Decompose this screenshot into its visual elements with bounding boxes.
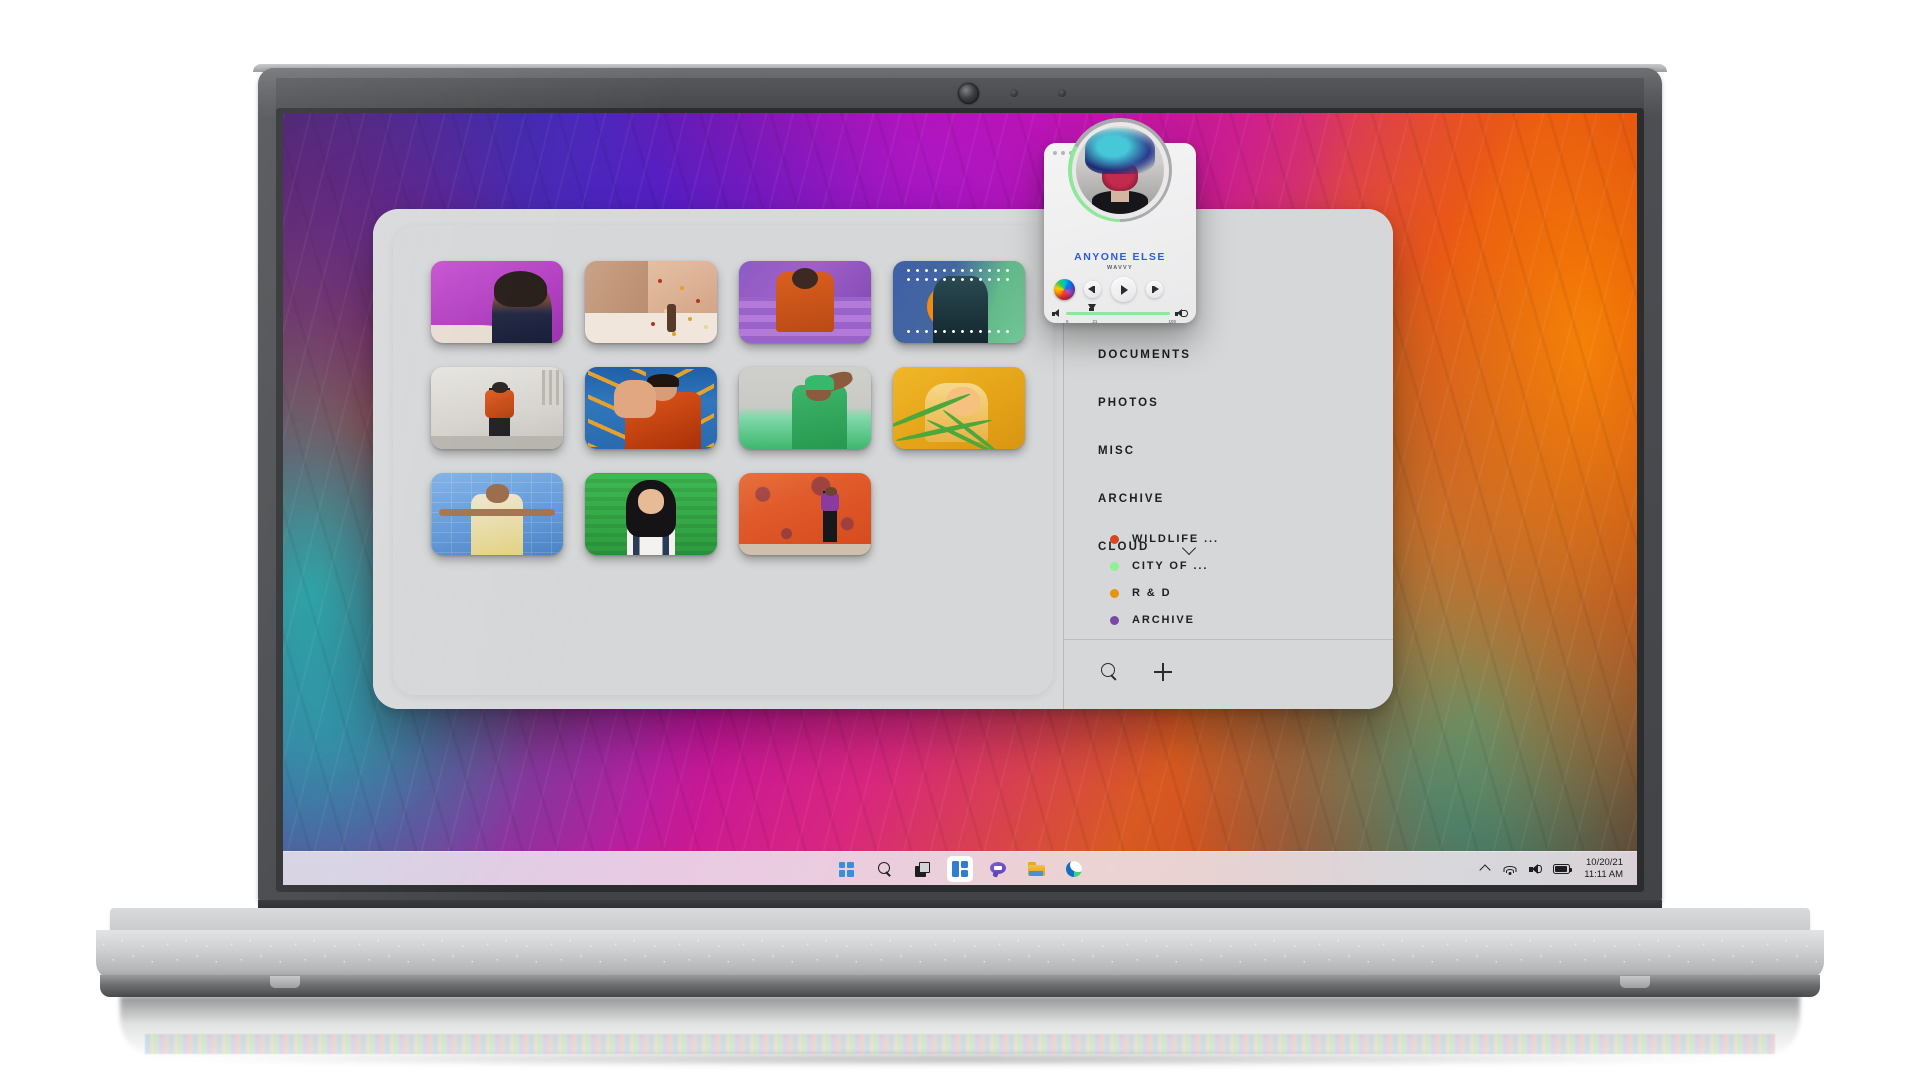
task-view-icon bbox=[914, 861, 930, 877]
search-icon[interactable] bbox=[1098, 661, 1120, 683]
playback-controls bbox=[1054, 277, 1186, 302]
sidebar-item-photos[interactable]: PHOTOS bbox=[1098, 397, 1338, 409]
photo-panel bbox=[393, 225, 1053, 695]
laptop-base-bevel bbox=[96, 930, 1824, 980]
fast-forward-icon[interactable] bbox=[1146, 281, 1163, 298]
clock[interactable]: 10/20/21 11:11 AM bbox=[1584, 857, 1623, 881]
taskbar-app-group bbox=[833, 852, 1087, 885]
tag-dot-icon bbox=[1110, 561, 1119, 571]
photo-thumbnail[interactable] bbox=[893, 367, 1025, 449]
volume-slider[interactable] bbox=[1066, 304, 1170, 315]
webcam-icon bbox=[958, 83, 979, 104]
speaker-icon[interactable] bbox=[1052, 309, 1061, 318]
file-manager-content-pane bbox=[373, 209, 1063, 709]
base-texture bbox=[96, 930, 1824, 980]
color-orb-icon[interactable] bbox=[1054, 279, 1075, 300]
photo-thumbnail[interactable] bbox=[431, 261, 563, 343]
photo-thumbnail[interactable] bbox=[739, 473, 871, 555]
file-explorer-button[interactable] bbox=[1023, 856, 1049, 882]
tag-dot-icon bbox=[1110, 615, 1119, 625]
volume-icon[interactable] bbox=[1528, 862, 1543, 876]
photo-thumbnail[interactable] bbox=[739, 367, 871, 449]
windows-logo-icon bbox=[838, 861, 854, 877]
volume-max-label: 100 bbox=[1168, 319, 1176, 324]
battery-icon[interactable] bbox=[1553, 864, 1573, 874]
photo-thumbnail[interactable] bbox=[585, 367, 717, 449]
tag-label: ARCHIVE bbox=[1132, 614, 1195, 626]
sidebar-item-archive[interactable]: ARCHIVE bbox=[1098, 493, 1338, 505]
sidebar-tag-wildlife[interactable]: WILDLIFE ... bbox=[1110, 533, 1350, 545]
photo-thumbnail[interactable] bbox=[431, 473, 563, 555]
photo-thumbnail[interactable] bbox=[585, 261, 717, 343]
photo-grid bbox=[431, 261, 1031, 555]
rewind-icon[interactable] bbox=[1084, 281, 1101, 298]
sensor-dot-icon bbox=[1010, 89, 1018, 97]
tag-label: R & D bbox=[1132, 587, 1172, 599]
search-button[interactable] bbox=[871, 856, 897, 882]
volume-row bbox=[1052, 304, 1188, 318]
folder-icon bbox=[1027, 862, 1045, 876]
speaker-wave-icon[interactable] bbox=[1175, 309, 1188, 318]
photo-thumbnail[interactable] bbox=[893, 261, 1025, 343]
task-view-button[interactable] bbox=[909, 856, 935, 882]
file-manager-window[interactable]: DESKTOP DOWNLOADS DOCUMENTS PHOTOS MISC … bbox=[373, 209, 1393, 709]
album-art-ring bbox=[1068, 118, 1172, 222]
sidebar-divider bbox=[1064, 639, 1393, 640]
minimize-icon[interactable] bbox=[1061, 151, 1065, 155]
laptop-foot bbox=[270, 976, 300, 988]
surface-reflection-color bbox=[145, 1034, 1775, 1054]
clock-date: 10/20/21 bbox=[1586, 857, 1623, 869]
laptop-base-front bbox=[100, 975, 1820, 997]
album-art[interactable] bbox=[1076, 126, 1164, 214]
music-player-widget[interactable]: ANYONE ELSE WAVVY 0 21 100 bbox=[1044, 118, 1196, 324]
screen: DESKTOP DOWNLOADS DOCUMENTS PHOTOS MISC … bbox=[283, 113, 1637, 885]
track-title: ANYONE ELSE bbox=[1074, 251, 1166, 263]
volume-scale: 0 21 100 bbox=[1066, 319, 1176, 327]
sidebar-item-documents[interactable]: DOCUMENTS bbox=[1098, 349, 1338, 361]
sidebar-item-misc[interactable]: MISC bbox=[1098, 445, 1338, 457]
wifi-icon[interactable] bbox=[1503, 862, 1517, 876]
volume-min-label: 0 bbox=[1066, 319, 1069, 324]
system-tray: 10/20/21 11:11 AM bbox=[1478, 852, 1623, 885]
photo-thumbnail[interactable] bbox=[431, 367, 563, 449]
laptop-foot bbox=[1620, 976, 1650, 988]
widgets-icon bbox=[952, 861, 968, 877]
start-button[interactable] bbox=[833, 856, 859, 882]
play-icon[interactable] bbox=[1111, 277, 1136, 302]
tag-label: WILDLIFE ... bbox=[1132, 533, 1219, 545]
chat-icon bbox=[990, 861, 1006, 877]
photo-thumbnail[interactable] bbox=[585, 473, 717, 555]
laptop-product-scene: DESKTOP DOWNLOADS DOCUMENTS PHOTOS MISC … bbox=[0, 0, 1920, 1080]
volume-current-label: 21 bbox=[1092, 319, 1098, 324]
drop-shadow bbox=[180, 1052, 1740, 1066]
widgets-button[interactable] bbox=[947, 856, 973, 882]
edge-button[interactable] bbox=[1061, 856, 1087, 882]
sidebar-tag-city-of[interactable]: CITY OF ... bbox=[1110, 560, 1350, 572]
taskbar: 10/20/21 11:11 AM bbox=[283, 851, 1637, 885]
sidebar-tag-list: WILDLIFE ... CITY OF ... R & D ARCHIVE bbox=[1110, 533, 1350, 641]
volume-slider-knob[interactable] bbox=[1087, 304, 1096, 311]
edge-icon bbox=[1066, 861, 1082, 877]
tag-label: CITY OF ... bbox=[1132, 560, 1209, 572]
plus-icon[interactable] bbox=[1152, 661, 1174, 683]
clock-time: 11:11 AM bbox=[1584, 869, 1623, 880]
sidebar-tag-archive[interactable]: ARCHIVE bbox=[1110, 614, 1350, 626]
close-icon[interactable] bbox=[1053, 151, 1057, 155]
sidebar-tag-r-and-d[interactable]: R & D bbox=[1110, 587, 1350, 599]
tag-dot-icon bbox=[1110, 534, 1119, 544]
sensor-dot-icon bbox=[1058, 89, 1066, 97]
track-artist: WAVVY bbox=[1107, 265, 1133, 271]
search-icon bbox=[877, 861, 892, 877]
show-hidden-icons-icon[interactable] bbox=[1478, 862, 1492, 876]
tag-dot-icon bbox=[1110, 588, 1119, 598]
photo-thumbnail[interactable] bbox=[739, 261, 871, 343]
sidebar-actions bbox=[1098, 661, 1174, 683]
chat-button[interactable] bbox=[985, 856, 1011, 882]
